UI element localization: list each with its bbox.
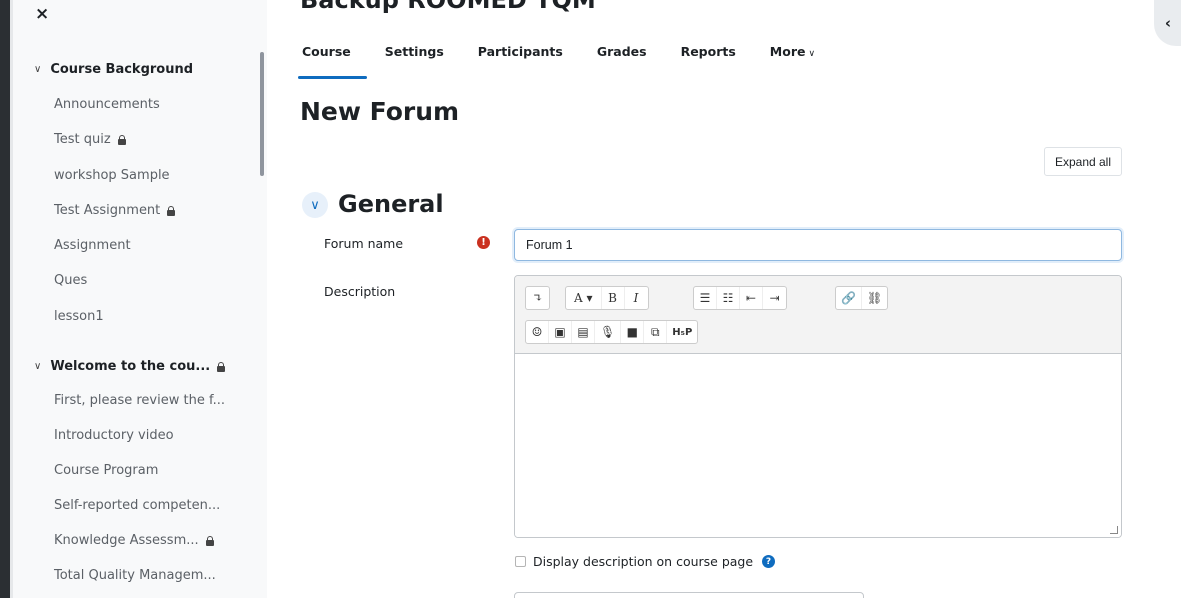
toolbar-group-lists: ☰ ☷ ⇤ ⇥: [693, 286, 787, 310]
chevron-down-icon[interactable]: ∨: [302, 192, 328, 218]
course-item-lesson1[interactable]: lesson1: [54, 309, 104, 324]
toolbar-group-style: A ▾ B I: [565, 286, 649, 310]
outdent-icon[interactable]: ⇤: [740, 287, 763, 309]
course-item-label[interactable]: First, please review the f...: [54, 393, 225, 408]
tab-label: Reports: [680, 44, 736, 59]
section-welcome[interactable]: ∨ Welcome to the cou...: [34, 359, 226, 374]
unlink-icon[interactable]: ⛓: [862, 287, 887, 309]
tab-label: Participants: [477, 44, 563, 59]
unordered-list-icon[interactable]: ☰: [694, 287, 717, 309]
lock-icon: [205, 536, 214, 546]
tab-participants[interactable]: Participants: [476, 44, 565, 59]
course-title: Backup ROOMED TQM: [300, 0, 596, 14]
editor-toolbar: ↴ A ▾ B I ☰ ☷ ⇤ ⇥ 🔗 ⛓ ☺ ▣ ▤ 🎙 ■ ⧉ H₅P: [515, 276, 1121, 354]
drawer-scrollbar[interactable]: [260, 52, 264, 176]
close-drawer-icon[interactable]: ×: [35, 4, 49, 24]
italic-icon[interactable]: I: [625, 287, 648, 309]
course-item-first-review[interactable]: First, please review the f...: [54, 393, 225, 408]
indent-icon[interactable]: ⇥: [763, 287, 786, 309]
description-label: Description: [324, 284, 396, 299]
record-video-icon[interactable]: ■: [621, 321, 645, 343]
media-icon[interactable]: ▤: [572, 321, 595, 343]
description-editor: ↴ A ▾ B I ☰ ☷ ⇤ ⇥ 🔗 ⛓ ☺ ▣ ▤ 🎙 ■ ⧉ H₅P: [514, 275, 1122, 538]
section-title: Welcome to the cou...: [50, 359, 211, 374]
course-item-label[interactable]: Self-reported competen...: [54, 498, 220, 513]
tab-more[interactable]: More ∨: [768, 44, 817, 59]
section-course-background[interactable]: ∨ Course Background: [34, 62, 193, 77]
course-item-self-reported[interactable]: Self-reported competen...: [54, 498, 220, 513]
course-item-knowledge-assessment[interactable]: Knowledge Assessm...: [54, 533, 214, 548]
course-item-label[interactable]: Assignment: [54, 238, 131, 253]
help-icon[interactable]: ?: [762, 555, 776, 568]
chevron-down-icon[interactable]: ∨: [34, 64, 41, 75]
course-item-announcements[interactable]: Announcements: [54, 97, 160, 112]
expand-all-button[interactable]: Expand all: [1044, 147, 1122, 176]
course-item-label[interactable]: Test quiz: [54, 132, 111, 147]
h5p-icon[interactable]: H₅P: [667, 321, 697, 343]
chevron-left-icon: ‹: [1164, 14, 1172, 32]
next-field-partial[interactable]: [514, 592, 864, 598]
course-item-ques[interactable]: Ques: [54, 273, 87, 288]
toolbar-group-media: ☺ ▣ ▤ 🎙 ■ ⧉ H₅P: [525, 320, 699, 344]
course-item-label[interactable]: workshop Sample: [54, 168, 170, 183]
course-item-test-assignment[interactable]: Test Assignment: [54, 203, 176, 218]
course-item-label[interactable]: Course Program: [54, 463, 158, 478]
course-item-workshop-sample[interactable]: workshop Sample: [54, 168, 170, 183]
lock-icon: [216, 362, 226, 372]
page-title: New Forum: [300, 97, 460, 126]
tab-label: Course: [302, 44, 351, 59]
lock-icon: [117, 135, 126, 145]
required-icon: !: [477, 236, 490, 249]
tab-grades[interactable]: Grades: [595, 44, 649, 59]
resize-handle-icon[interactable]: [1110, 526, 1118, 534]
lock-icon: [166, 206, 176, 216]
emoji-icon[interactable]: ☺: [526, 321, 549, 343]
tab-settings[interactable]: Settings: [383, 44, 446, 59]
tab-label: Settings: [384, 44, 444, 59]
window-edge: [0, 0, 10, 598]
display-description-label[interactable]: Display description on course page: [533, 554, 753, 569]
open-block-drawer-button[interactable]: ‹: [1154, 0, 1181, 46]
secondary-navigation: Course Settings Participants Grades Repo…: [298, 44, 847, 79]
ordered-list-icon[interactable]: ☷: [717, 287, 740, 309]
tab-reports[interactable]: Reports: [679, 44, 738, 59]
course-item-introductory-video[interactable]: Introductory video: [54, 428, 174, 443]
course-item-test-quiz[interactable]: Test quiz: [54, 132, 126, 147]
tab-label: More: [769, 44, 806, 59]
bold-icon[interactable]: B: [602, 287, 625, 309]
chevron-down-icon[interactable]: ∨: [34, 361, 41, 372]
editor-content-area[interactable]: [515, 355, 1121, 537]
course-item-label[interactable]: Introductory video: [54, 428, 174, 443]
record-audio-icon[interactable]: 🎙: [595, 321, 622, 343]
link-icon[interactable]: 🔗: [836, 287, 862, 309]
paragraph-style-icon[interactable]: A ▾: [566, 287, 602, 309]
image-icon[interactable]: ▣: [549, 321, 572, 343]
course-index-drawer: × ∨ Course Background Announcements Test…: [13, 0, 267, 598]
course-item-label[interactable]: Ques: [54, 273, 87, 288]
course-item-label[interactable]: Knowledge Assessm...: [54, 533, 199, 548]
toolbar-group-collapse: ↴: [525, 286, 550, 310]
course-item-label[interactable]: Total Quality Managem...: [54, 568, 216, 583]
course-item-assignment[interactable]: Assignment: [54, 238, 131, 253]
section-heading-general[interactable]: General: [338, 190, 444, 218]
course-item-label[interactable]: Test Assignment: [54, 203, 160, 218]
tab-label: Grades: [596, 44, 647, 59]
forum-name-label: Forum name: [324, 236, 404, 251]
tab-course[interactable]: Course: [298, 44, 367, 79]
display-description-checkbox[interactable]: [515, 556, 526, 567]
chevron-down-icon: ∨: [808, 49, 816, 59]
course-item-label[interactable]: lesson1: [54, 309, 104, 324]
forum-name-input[interactable]: Forum 1: [514, 229, 1122, 261]
toolbar-group-links: 🔗 ⛓: [835, 286, 889, 310]
course-item-tqm[interactable]: Total Quality Managem...: [54, 568, 216, 583]
show-more-buttons-icon[interactable]: ↴: [526, 287, 549, 309]
course-item-course-program[interactable]: Course Program: [54, 463, 158, 478]
display-description-row: Display description on course page ?: [515, 554, 776, 569]
section-title: Course Background: [50, 62, 194, 77]
course-item-label[interactable]: Announcements: [54, 97, 160, 112]
manage-files-icon[interactable]: ⧉: [644, 321, 668, 343]
